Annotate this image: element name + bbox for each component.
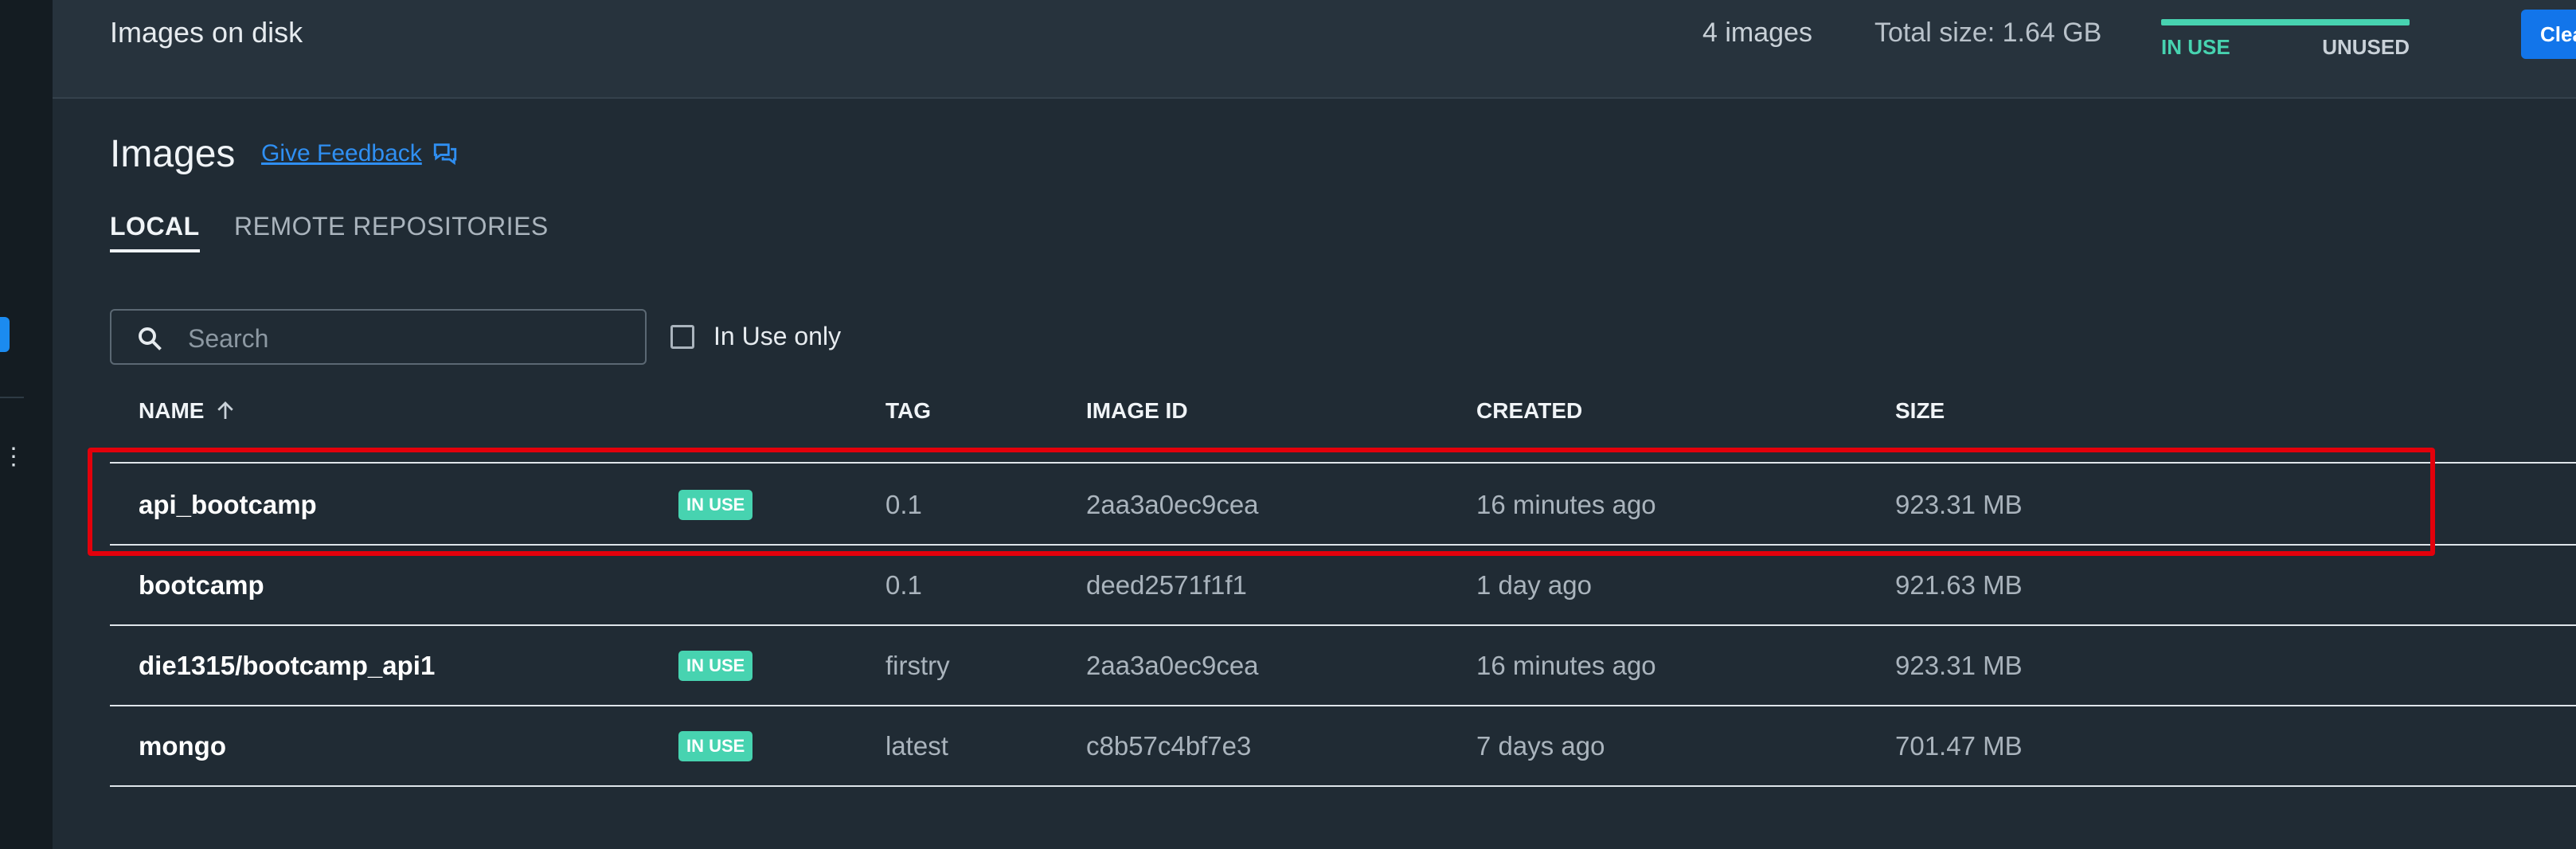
- give-feedback-label: Give Feedback: [261, 140, 422, 166]
- table-row[interactable]: mongo IN USE latest c8b57c4bf7e3 7 days …: [110, 706, 2576, 787]
- usage-bar: [2161, 19, 2410, 25]
- image-created: 1 day ago: [1476, 570, 1592, 600]
- image-size: 701.47 MB: [1895, 731, 2023, 761]
- search-icon: [139, 327, 162, 350]
- sidebar: ⋮: [0, 0, 53, 849]
- in-use-filter[interactable]: In Use only: [670, 322, 841, 351]
- sidebar-active-indicator[interactable]: [0, 317, 10, 352]
- image-tag: 0.1: [885, 570, 922, 600]
- feedback-icon: [433, 143, 456, 166]
- page-title: Images: [110, 133, 236, 175]
- tab-remote-repositories[interactable]: REMOTE REPOSITORIES: [234, 212, 549, 241]
- search-box: [110, 309, 647, 365]
- sidebar-divider: [0, 397, 24, 398]
- image-id: 2aa3a0ec9cea: [1086, 651, 1259, 680]
- column-header-name-label: NAME: [139, 398, 205, 423]
- disk-usage-header: Images on disk 4 images Total size: 1.64…: [53, 0, 2576, 99]
- image-count: 4 images: [1702, 18, 1812, 48]
- image-id: c8b57c4bf7e3: [1086, 731, 1252, 761]
- usage-inuse-label: IN USE: [2161, 35, 2230, 59]
- usage-meter: IN USE UNUSED: [2161, 19, 2410, 67]
- tab-local[interactable]: LOCAL: [110, 212, 200, 252]
- image-name[interactable]: die1315/bootcamp_api1: [139, 626, 435, 705]
- image-tag: firstry: [885, 651, 950, 680]
- column-header-name[interactable]: NAME: [139, 398, 237, 424]
- image-created: 7 days ago: [1476, 731, 1605, 761]
- image-created: 16 minutes ago: [1476, 651, 1656, 680]
- image-id: deed2571f1f1: [1086, 570, 1247, 600]
- table-row[interactable]: die1315/bootcamp_api1 IN USE firstry 2aa…: [110, 626, 2576, 706]
- image-tag: latest: [885, 731, 948, 761]
- give-feedback-link[interactable]: Give Feedback: [261, 140, 459, 167]
- image-size: 921.63 MB: [1895, 570, 2023, 600]
- in-use-label: In Use only: [713, 322, 842, 350]
- cleanup-button[interactable]: Clean up...: [2521, 10, 2576, 59]
- column-header-tag[interactable]: TAG: [885, 398, 931, 424]
- selection-highlight-box: [88, 448, 2435, 556]
- column-header-image-id[interactable]: IMAGE ID: [1086, 398, 1188, 424]
- in-use-badge: IN USE: [678, 651, 753, 681]
- usage-unused-label: UNUSED: [2322, 35, 2410, 59]
- column-header-size[interactable]: SIZE: [1895, 398, 1945, 424]
- image-size: 923.31 MB: [1895, 651, 2023, 680]
- sort-ascending-icon: [217, 401, 234, 419]
- disk-usage-title: Images on disk: [110, 16, 303, 49]
- in-use-badge: IN USE: [678, 731, 753, 761]
- column-header-created[interactable]: CREATED: [1476, 398, 1582, 424]
- table-row[interactable]: bootcamp 0.1 deed2571f1f1 1 day ago 921.…: [110, 546, 2576, 626]
- more-vertical-icon[interactable]: ⋮: [2, 445, 25, 481]
- image-name[interactable]: mongo: [139, 706, 226, 785]
- total-size: Total size: 1.64 GB: [1874, 18, 2102, 48]
- search-input[interactable]: [186, 320, 635, 357]
- in-use-checkbox[interactable]: [670, 324, 694, 349]
- image-name[interactable]: bootcamp: [139, 546, 264, 624]
